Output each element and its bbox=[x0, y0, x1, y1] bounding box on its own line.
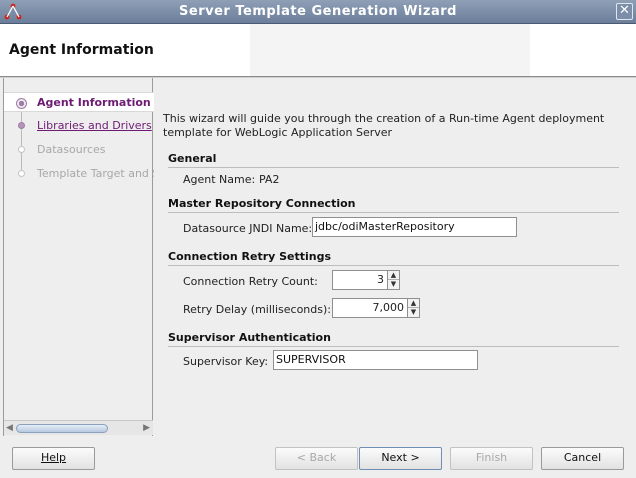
nav-step-template-target: Template Target and Summary bbox=[4, 164, 154, 184]
finish-button[interactable]: Finish bbox=[450, 447, 533, 470]
retry-delay-stepper[interactable]: ▲ ▼ bbox=[408, 298, 420, 318]
wizard-content: This wizard will guide you through the c… bbox=[163, 112, 623, 370]
section-general: General bbox=[168, 152, 619, 168]
nav-step-label: Libraries and Drivers bbox=[37, 119, 152, 132]
step-pending-icon bbox=[18, 122, 25, 129]
agent-name-label: Agent Name: bbox=[183, 173, 256, 186]
supervisor-key-label: Supervisor Key: bbox=[183, 355, 269, 368]
retry-count-label: Connection Retry Count: bbox=[183, 275, 318, 288]
spin-down-icon[interactable]: ▼ bbox=[388, 280, 399, 289]
retry-count-field[interactable]: 3 bbox=[332, 270, 388, 290]
scroll-left-icon[interactable]: ◀ bbox=[6, 423, 13, 433]
spin-up-icon[interactable]: ▲ bbox=[388, 271, 399, 280]
step-disabled-icon bbox=[18, 146, 25, 153]
scroll-right-icon[interactable]: ▶ bbox=[143, 423, 150, 433]
jndi-name-label: Datasource JNDI Name: bbox=[183, 222, 313, 235]
supervisor-key-field[interactable]: SUPERVISOR bbox=[273, 350, 478, 370]
nav-step-agent-information[interactable]: Agent Information bbox=[4, 92, 154, 112]
agent-name-value: PA2 bbox=[259, 173, 280, 186]
retry-delay-label: Retry Delay (milliseconds): bbox=[183, 303, 331, 316]
nav-horizontal-scrollbar[interactable]: ◀ ▶ bbox=[4, 420, 153, 435]
scroll-thumb[interactable] bbox=[16, 424, 108, 433]
help-button[interactable]: Help bbox=[12, 447, 95, 470]
nav-step-label: Datasources bbox=[37, 143, 106, 156]
window-titlebar: Server Template Generation Wizard ✕ bbox=[0, 0, 636, 24]
section-master-repository: Master Repository Connection bbox=[168, 197, 619, 213]
retry-count-stepper[interactable]: ▲ ▼ bbox=[388, 270, 400, 290]
header-band bbox=[250, 24, 530, 76]
spin-up-icon[interactable]: ▲ bbox=[408, 299, 419, 308]
window-title: Server Template Generation Wizard bbox=[179, 4, 457, 19]
step-current-icon bbox=[16, 98, 27, 109]
nav-step-label: Template Target and Summary bbox=[37, 167, 154, 180]
nav-step-datasources: Datasources bbox=[4, 140, 154, 160]
step-disabled-icon bbox=[18, 170, 25, 177]
back-button[interactable]: < Back bbox=[275, 447, 358, 470]
next-button[interactable]: Next > bbox=[359, 447, 442, 470]
section-connection-retry: Connection Retry Settings bbox=[168, 250, 619, 266]
cancel-button[interactable]: Cancel bbox=[541, 447, 624, 470]
close-icon[interactable]: ✕ bbox=[616, 3, 633, 20]
page-title: Agent Information bbox=[9, 42, 154, 58]
nav-step-label: Agent Information bbox=[37, 96, 151, 109]
retry-delay-field[interactable]: 7,000 bbox=[332, 298, 408, 318]
jndi-name-field[interactable]: jdbc/odiMasterRepository bbox=[312, 217, 517, 237]
help-button-label: Help bbox=[40, 451, 67, 464]
nav-step-libraries-and-drivers[interactable]: Libraries and Drivers bbox=[4, 116, 154, 136]
wizard-step-nav: Agent Information Libraries and Drivers … bbox=[3, 78, 154, 436]
section-supervisor-auth: Supervisor Authentication bbox=[168, 331, 619, 347]
spin-down-icon[interactable]: ▼ bbox=[408, 308, 419, 317]
page-header: Agent Information bbox=[0, 24, 636, 76]
intro-text: This wizard will guide you through the c… bbox=[163, 112, 605, 139]
